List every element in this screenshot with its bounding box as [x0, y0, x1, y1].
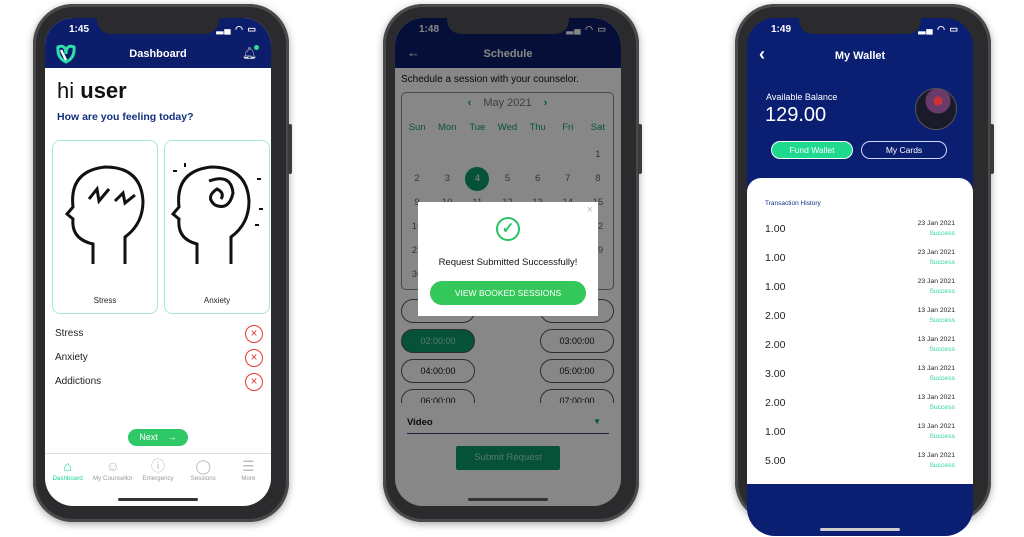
- transaction-status: Success: [929, 404, 955, 411]
- transaction-row[interactable]: 2.00 13 Jan 2021 Success: [765, 392, 955, 420]
- transaction-date: 13 Jan 2021: [917, 336, 955, 343]
- tab-label: More: [241, 475, 256, 482]
- transaction-row[interactable]: 2.00 13 Jan 2021 Success: [765, 334, 955, 362]
- tab-dashboard[interactable]: ⌂ Dashboard: [45, 454, 90, 493]
- tab-label: Dashboard: [52, 475, 83, 482]
- transaction-date: 13 Jan 2021: [917, 365, 955, 372]
- balance-label: Available Balance: [766, 92, 838, 102]
- balance-value: 129.00: [765, 104, 827, 126]
- card-label: Anxiety: [203, 296, 231, 305]
- phone-dashboard: 1:45 ▂▄ ◠ ▭ Dashboard 🔔︎ hi user How are …: [33, 4, 292, 522]
- card-stress[interactable]: Stress: [52, 140, 158, 314]
- tab-label: Emergency: [142, 475, 174, 482]
- list-item: Anxiety ×: [55, 348, 263, 368]
- fund-wallet-button[interactable]: Fund Wallet: [771, 141, 853, 159]
- transaction-date: 13 Jan 2021: [917, 423, 955, 430]
- tab-my-counsellor[interactable]: ☺ My Counsellor: [90, 454, 135, 493]
- transaction-status: Success: [929, 433, 955, 440]
- view-booked-sessions-button[interactable]: VIEW BOOKED SESSIONS: [430, 281, 586, 305]
- transaction-date: 13 Jan 2021: [917, 452, 955, 459]
- tab-more[interactable]: ☰ More: [226, 454, 271, 493]
- transaction-row[interactable]: 3.00 13 Jan 2021 Success: [765, 363, 955, 391]
- transaction-status: Success: [929, 317, 955, 324]
- transaction-status: Success: [929, 462, 955, 469]
- remove-circle-icon[interactable]: ×: [245, 373, 263, 391]
- page-title: Dashboard: [129, 48, 187, 60]
- tab-emergency[interactable]: ⓘ Emergency: [135, 454, 180, 493]
- modal-message: Request Submitted Successfully!: [438, 257, 578, 268]
- chat-icon: ◯: [195, 458, 212, 474]
- close-icon[interactable]: ×: [587, 204, 593, 216]
- wallet-screen: 1:49 ▂▄ ◠ ▭ ‹ My Wallet Available Balance…: [747, 18, 973, 536]
- next-button[interactable]: Next →: [128, 429, 188, 446]
- list-item-label: Stress: [55, 328, 84, 339]
- status-time: 1:45: [69, 24, 90, 35]
- transaction-amount: 2.00: [765, 310, 786, 322]
- alert-icon: ⓘ: [151, 458, 165, 474]
- phone-schedule: 1:48 ▂▄ ◠ ▭ ← Schedule Schedule a session…: [383, 4, 642, 522]
- transaction-row[interactable]: 1.00 23 Jan 2021 Success: [765, 218, 955, 246]
- transaction-amount: 5.00: [765, 455, 786, 467]
- transaction-amount: 1.00: [765, 426, 786, 438]
- greeting: hi user: [57, 78, 127, 103]
- success-modal: × ✓ Request Submitted Successfully! VIEW…: [418, 202, 598, 316]
- dashboard-screen: 1:45 ▂▄ ◠ ▭ Dashboard 🔔︎ hi user How are …: [45, 18, 271, 506]
- tab-label: My Counsellor: [93, 475, 133, 482]
- transaction-date: 23 Jan 2021: [917, 278, 955, 285]
- transaction-row[interactable]: 1.00 13 Jan 2021 Success: [765, 421, 955, 449]
- page-title: My Wallet: [834, 50, 886, 62]
- counsellor-icon: ☺: [105, 458, 120, 474]
- tab-label: Sessions: [190, 475, 216, 482]
- tab-sessions[interactable]: ◯ Sessions: [181, 454, 226, 493]
- phone-wallet: 1:49 ▂▄ ◠ ▭ ‹ My Wallet Available Balance…: [735, 4, 994, 536]
- transaction-row[interactable]: 1.00 23 Jan 2021 Success: [765, 247, 955, 275]
- menu-icon: ☰: [242, 458, 255, 474]
- status-time: 1:49: [771, 24, 792, 35]
- list-item: Stress ×: [55, 324, 263, 344]
- transaction-status: Success: [929, 375, 955, 382]
- check-circle-icon: ✓: [496, 217, 520, 241]
- remove-circle-icon[interactable]: ×: [245, 349, 263, 367]
- transaction-amount: 2.00: [765, 397, 786, 409]
- transaction-amount: 1.00: [765, 223, 786, 235]
- question: How are you feeling today?: [57, 111, 194, 123]
- transaction-status: Success: [929, 259, 955, 266]
- transaction-history-title: Transaction History: [765, 200, 821, 207]
- transaction-date: 13 Jan 2021: [917, 307, 955, 314]
- status-icons: ▂▄ ◠ ▭: [216, 24, 257, 34]
- transaction-row[interactable]: 1.00 23 Jan 2021 Success: [765, 276, 955, 304]
- avatar[interactable]: [915, 88, 957, 130]
- transaction-date: 23 Jan 2021: [917, 220, 955, 227]
- transaction-date: 13 Jan 2021: [917, 394, 955, 401]
- transaction-row[interactable]: 5.00 13 Jan 2021 Success: [765, 450, 955, 478]
- my-cards-button[interactable]: My Cards: [861, 141, 947, 159]
- transaction-date: 23 Jan 2021: [917, 249, 955, 256]
- transaction-status: Success: [929, 288, 955, 295]
- list-item-label: Addictions: [55, 376, 102, 387]
- transaction-status: Success: [929, 346, 955, 353]
- transaction-row[interactable]: 2.00 13 Jan 2021 Success: [765, 305, 955, 333]
- transaction-amount: 2.00: [765, 339, 786, 351]
- card-anxiety[interactable]: Anxiety: [164, 140, 270, 314]
- list-item-label: Anxiety: [55, 352, 88, 363]
- transaction-amount: 1.00: [765, 252, 786, 264]
- home-icon: ⌂: [63, 458, 72, 474]
- transaction-amount: 1.00: [765, 281, 786, 293]
- transaction-panel: Transaction History 1.00 23 Jan 2021 Succe…: [747, 178, 973, 484]
- bell-icon[interactable]: 🔔︎: [242, 45, 259, 60]
- transaction-status: Success: [929, 230, 955, 237]
- list-item: Addictions ×: [55, 372, 263, 392]
- schedule-screen: 1:48 ▂▄ ◠ ▭ ← Schedule Schedule a session…: [395, 18, 621, 506]
- remove-circle-icon[interactable]: ×: [245, 325, 263, 343]
- anxiety-head-icon: [171, 163, 263, 264]
- tab-bar: ⌂ Dashboard ☺ My Counsellor ⓘ Emergency ◯ Sessi…: [45, 453, 271, 493]
- card-label: Stress: [93, 296, 117, 305]
- transaction-amount: 3.00: [765, 368, 786, 380]
- stress-head-icon: [64, 165, 145, 264]
